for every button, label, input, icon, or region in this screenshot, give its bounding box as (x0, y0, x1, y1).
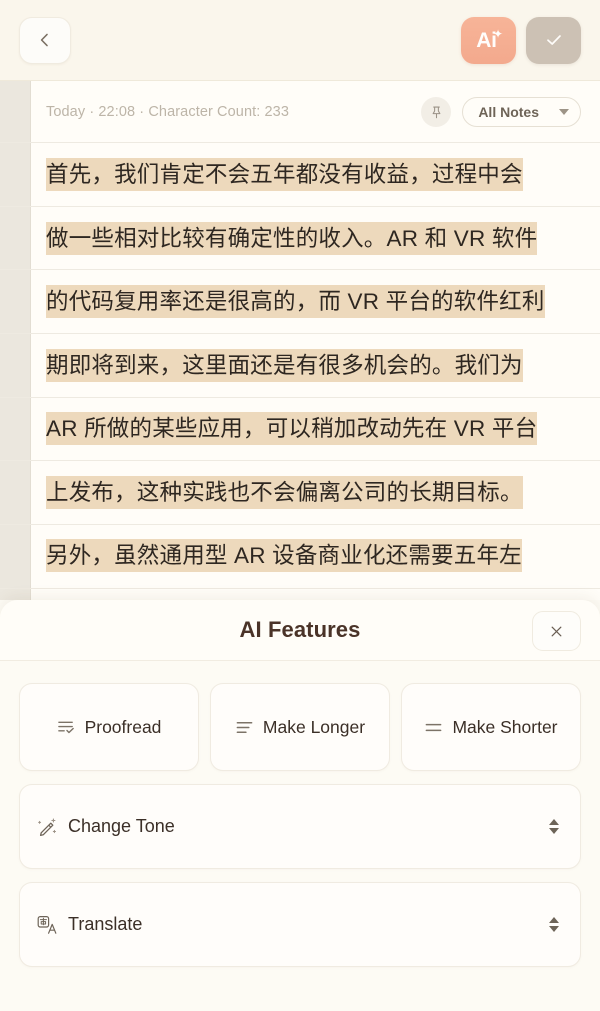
note-text-line: 做一些相对比较有确定性的收入。AR 和 VR 软件 (0, 207, 600, 271)
note-line-text: 上发布，这种实践也不会偏离公司的长期目标。 (46, 475, 523, 509)
stepper-up-arrow[interactable] (549, 917, 559, 923)
change-tone-label: Change Tone (68, 816, 175, 836)
top-toolbar-actions: Ai ✦ (461, 16, 581, 64)
pin-button[interactable] (421, 97, 452, 127)
note-text-line: 另外，虽然通用型 AR 设备商业化还需要五年左 (0, 524, 600, 588)
sparkle-icon: ✦ (492, 26, 503, 41)
change-tone-row[interactable]: Change Tone (19, 784, 581, 869)
note-text-line: 期即将到来，这里面还是有很多机会的。我们为 (0, 334, 600, 398)
ai-features-header: AI Features (0, 600, 600, 661)
note-text-line: 的代码复用率还是很高的，而 VR 平台的软件红利 (0, 270, 600, 334)
translate-row[interactable]: Translate (19, 882, 581, 967)
chevron-down-icon (559, 109, 569, 115)
notes-filter-dropdown[interactable]: All Notes (462, 97, 581, 127)
note-line-text: 的代码复用率还是很高的，而 VR 平台的软件红利 (46, 285, 545, 319)
make-longer-label: Make Longer (262, 716, 366, 737)
done-button[interactable] (526, 16, 581, 64)
ai-features-body: Proofread Make Longer Make Shorter Chang… (0, 661, 600, 967)
proofread-button[interactable]: Proofread (19, 683, 199, 771)
note-line-text: 做一些相对比较有确定性的收入。AR 和 VR 软件 (46, 221, 538, 255)
note-text-line: AR 所做的某些应用，可以稍加改动先在 VR 平台 (0, 397, 600, 461)
note-editor-screen: Ai ✦ Today · 22:08 · Character Count: 23… (0, 0, 600, 1011)
close-icon (549, 624, 564, 639)
close-button[interactable] (532, 611, 581, 651)
ai-features-title: AI Features (239, 617, 361, 642)
note-line-text: 期即将到来，这里面还是有很多机会的。我们为 (46, 348, 523, 382)
stepper-down-arrow[interactable] (549, 828, 559, 834)
ai-features-panel: AI Features Proofread Make Longer Make S… (0, 600, 600, 1011)
stepper-icon[interactable] (549, 819, 559, 834)
notes-filter-label: All Notes (478, 104, 539, 120)
top-toolbar: Ai ✦ (0, 0, 600, 81)
chevron-left-icon (37, 32, 53, 48)
note-text-line: 上发布，这种实践也不会偏离公司的长期目标。 (0, 461, 600, 525)
note-text-block[interactable]: 首先，我们肯定不会五年都没有收益，过程中会 做一些相对比较有确定性的收入。AR … (0, 143, 600, 588)
translate-icon (37, 915, 57, 935)
note-content-area[interactable]: Today · 22:08 · Character Count: 233 All… (0, 81, 600, 600)
stepper-icon[interactable] (549, 917, 559, 932)
make-shorter-button[interactable]: Make Shorter (401, 683, 581, 771)
proofread-lines-check-icon (57, 718, 76, 737)
ai-features-button[interactable]: Ai ✦ (461, 16, 516, 64)
translate-label: Translate (68, 914, 143, 934)
stepper-down-arrow[interactable] (549, 926, 559, 932)
make-longer-button[interactable]: Make Longer (210, 683, 390, 771)
note-meta-text: Today · 22:08 · Character Count: 233 (46, 104, 289, 120)
make-shorter-label: Make Shorter (452, 716, 558, 737)
lines-shrink-icon (424, 718, 443, 737)
note-line-text: 首先，我们肯定不会五年都没有收益，过程中会 (46, 158, 523, 192)
ai-quick-actions-row: Proofread Make Longer Make Shorter (19, 683, 581, 771)
stepper-up-arrow[interactable] (549, 819, 559, 825)
note-meta-row: Today · 22:08 · Character Count: 233 All… (0, 81, 600, 143)
lines-expand-icon (235, 718, 254, 737)
note-meta-actions: All Notes (421, 97, 581, 127)
check-icon (543, 29, 565, 51)
note-line-text: 另外，虽然通用型 AR 设备商业化还需要五年左 (46, 539, 522, 573)
back-button[interactable] (19, 16, 71, 64)
proofread-label: Proofread (84, 716, 162, 737)
note-text-line: 首先，我们肯定不会五年都没有收益，过程中会 (0, 143, 600, 207)
paper-rule-line (0, 588, 600, 589)
magic-wand-icon (37, 817, 57, 837)
pin-icon (429, 105, 444, 120)
note-line-text: AR 所做的某些应用，可以稍加改动先在 VR 平台 (46, 412, 538, 446)
